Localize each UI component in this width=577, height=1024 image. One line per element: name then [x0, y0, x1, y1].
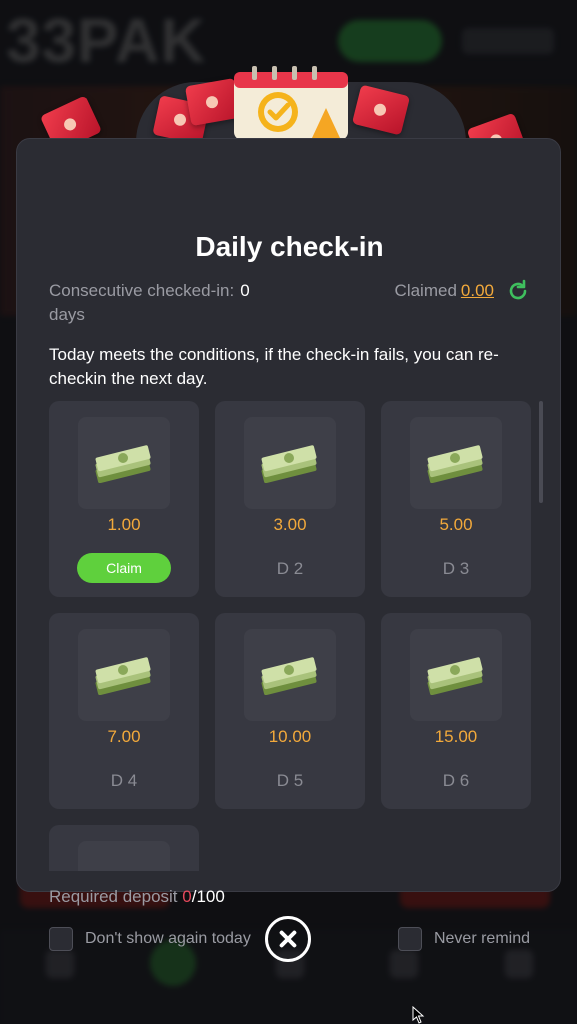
- dont-show-today-label: Don't show again today: [85, 930, 251, 947]
- claimed-amount[interactable]: 0.00: [461, 279, 494, 303]
- daily-checkin-modal: Daily check-in Consecutive checked-in: 0 …: [16, 60, 561, 951]
- deposit-required: /100: [191, 887, 225, 906]
- consecutive-days: Consecutive checked-in: 0 days: [49, 279, 289, 327]
- reward-card-day-6: 15.00 D 6: [381, 613, 531, 809]
- reward-card-day-5: 10.00 D 5: [215, 613, 365, 809]
- consecutive-label: Consecutive checked-in:: [49, 281, 235, 300]
- calendar-check-icon: [234, 66, 348, 140]
- consecutive-unit: days: [49, 305, 85, 324]
- reward-amount: 3.00: [273, 515, 307, 534]
- reward-day: D 2: [276, 559, 304, 578]
- money-stack-icon: [261, 657, 317, 695]
- modal-title: Daily check-in: [195, 231, 384, 262]
- refresh-icon[interactable]: [506, 279, 530, 303]
- reward-card-day-1: 1.00 Claim: [49, 401, 199, 597]
- claimed-label: Claimed: [394, 281, 457, 300]
- reward-day: D 3: [442, 559, 470, 578]
- reward-day: D 5: [276, 771, 304, 790]
- required-deposit: Required deposit 0/100: [49, 887, 225, 907]
- money-stack-icon: [261, 445, 317, 483]
- modal-body: Daily check-in Consecutive checked-in: 0 …: [16, 138, 561, 951]
- claimed-total: Claimed 0.00: [395, 279, 530, 303]
- reward-amount: 15.00: [434, 727, 478, 746]
- consecutive-value: 0: [240, 281, 250, 300]
- money-stack-icon: [427, 657, 483, 695]
- reward-day: D 6: [442, 771, 470, 790]
- reward-amount: 1.00: [107, 515, 141, 534]
- reward-card-day-7: [49, 825, 199, 871]
- never-remind-option[interactable]: Never remind: [397, 927, 530, 951]
- reward-card-day-3: 5.00 D 3: [381, 401, 531, 597]
- never-remind-label: Never remind: [433, 930, 530, 947]
- reward-card-day-2: 3.00 D 2: [215, 401, 365, 597]
- close-icon[interactable]: [265, 916, 311, 962]
- dont-show-today-option[interactable]: Don't show again today: [49, 927, 251, 951]
- reward-day: D 4: [110, 771, 138, 790]
- reward-grid-scrollbar[interactable]: [539, 401, 543, 503]
- money-backdrop: [78, 841, 170, 871]
- never-remind-checkbox[interactable]: [397, 927, 422, 951]
- reward-amount: 7.00: [107, 727, 141, 746]
- money-stack-icon: [95, 445, 151, 483]
- money-stack-icon: [427, 445, 483, 483]
- reward-amount: 10.00: [268, 727, 312, 746]
- checkin-notice: Today meets the conditions, if the check…: [49, 345, 499, 388]
- deposit-current: 0: [182, 887, 192, 906]
- reward-grid: 1.00 Claim 3.00 D 2 5.00 D 3 7.00 D 4 10…: [49, 401, 533, 871]
- mouse-cursor-icon: [412, 1006, 425, 1024]
- reward-card-day-4: 7.00 D 4: [49, 613, 199, 809]
- dont-show-today-checkbox[interactable]: [49, 927, 73, 951]
- money-stack-icon: [95, 657, 151, 695]
- reward-amount: 5.00: [439, 515, 473, 534]
- deposit-label: Required deposit: [49, 887, 178, 906]
- claim-button[interactable]: Claim: [77, 553, 171, 583]
